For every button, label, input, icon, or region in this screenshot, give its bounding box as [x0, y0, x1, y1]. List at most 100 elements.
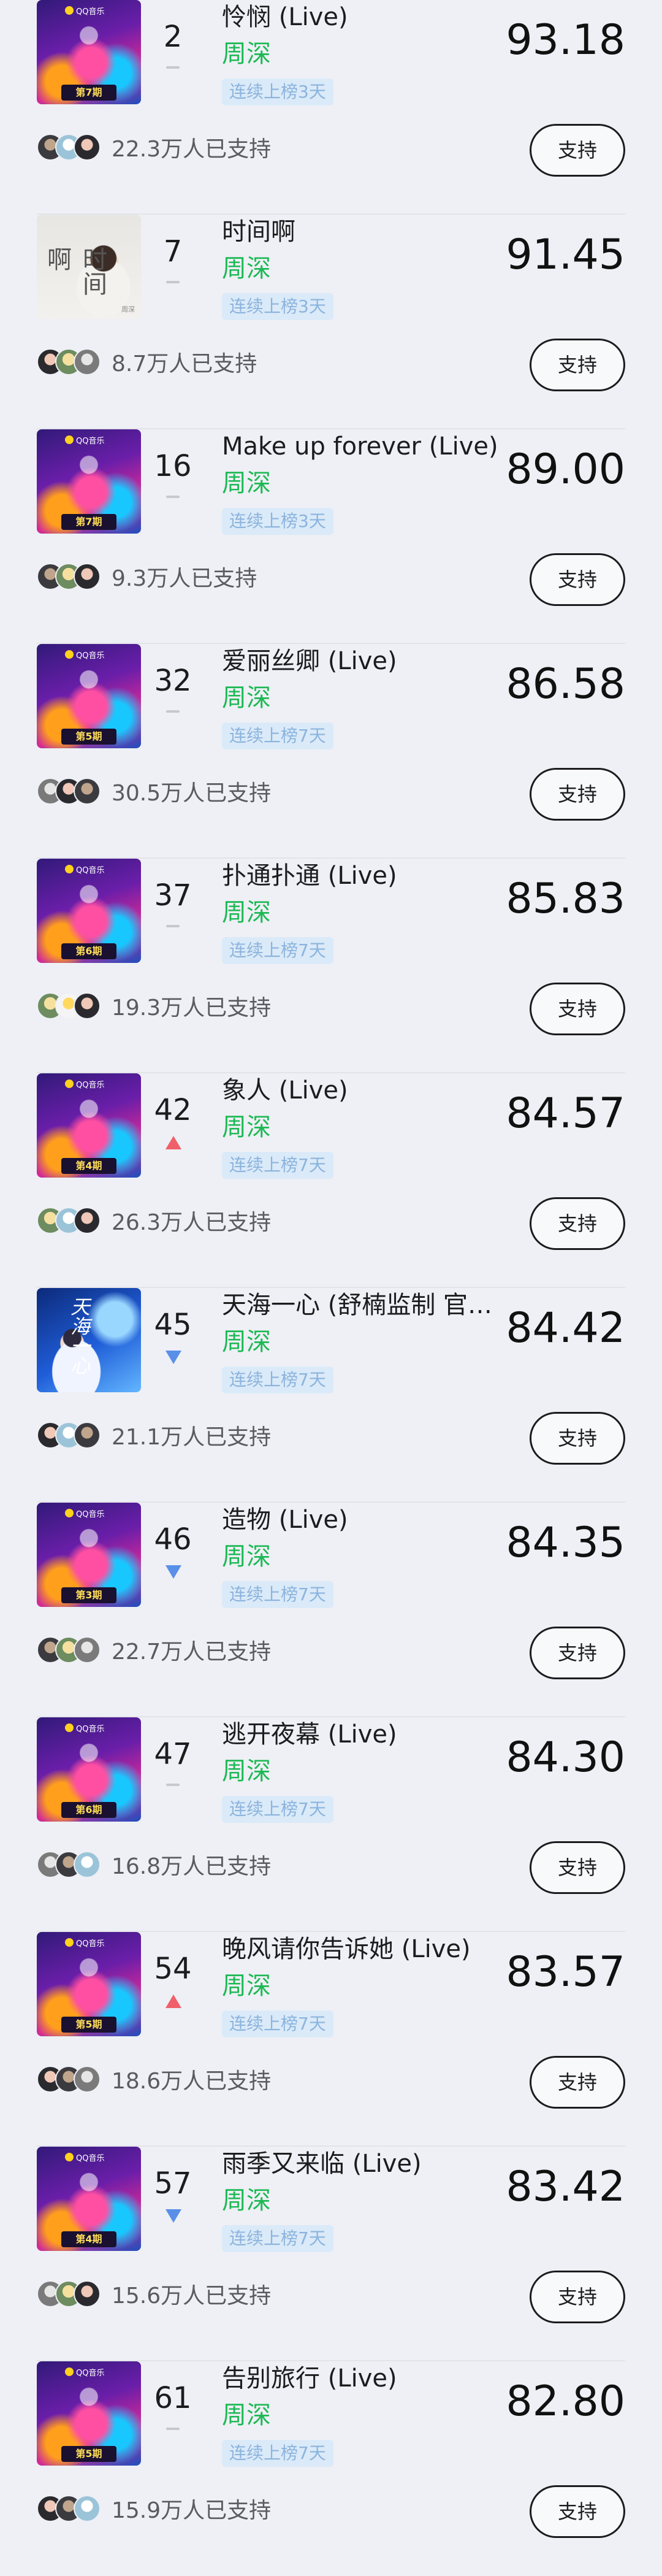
- list-item[interactable]: QQ音乐 第6期 37 扑通扑通 (Live) 周深 连续上榜7天 85.83 1…: [0, 859, 662, 1073]
- supporter-avatars: [37, 1207, 112, 1234]
- qq-music-icon: [65, 2367, 74, 2376]
- list-item[interactable]: QQ音乐 第5期 54 晚风请你告诉她 (Live) 周深 连续上榜7天 83.5…: [0, 1932, 662, 2147]
- supporters-count: 15.6万人已支持: [112, 2283, 272, 2309]
- song-title[interactable]: 晚风请你告诉她 (Live): [222, 1932, 510, 1966]
- list-item[interactable]: QQ音乐 第4期 57 雨季又来临 (Live) 周深 连续上榜7天 83.42 …: [0, 2147, 662, 2361]
- supporter-avatars: [37, 563, 112, 590]
- song-title[interactable]: 天海一心 (舒楠监制 官方正式版): [222, 1288, 510, 1322]
- qq-music-icon: [65, 435, 74, 444]
- supporter-avatars: [37, 1851, 112, 1878]
- rank-number: 32: [154, 664, 192, 698]
- album-cover[interactable]: QQ音乐 第5期: [37, 1932, 141, 2036]
- song-title[interactable]: 告别旅行 (Live): [222, 2361, 510, 2396]
- album-cover[interactable]: QQ音乐 第5期: [37, 644, 141, 748]
- ranking-list: QQ音乐 第7期 2 怜悯 (Live) 周深 连续上榜3天 93.18 22.3…: [0, 0, 662, 2574]
- streak-badge: 连续上榜7天: [222, 723, 333, 749]
- supporters-count: 26.3万人已支持: [112, 1210, 272, 1235]
- song-title[interactable]: 怜悯 (Live): [222, 0, 510, 34]
- score-value: 89.00: [506, 445, 625, 494]
- album-cover[interactable]: 时间啊 周深: [37, 215, 141, 319]
- support-button[interactable]: 支持: [530, 1412, 625, 1465]
- supporters-count: 8.7万人已支持: [112, 351, 257, 377]
- supporters-count: 16.8万人已支持: [112, 1854, 272, 1879]
- artist-name[interactable]: 周深: [222, 1110, 271, 1144]
- support-button[interactable]: 支持: [530, 983, 625, 1035]
- support-button[interactable]: 支持: [530, 339, 625, 391]
- album-cover[interactable]: QQ音乐第5期: [37, 2361, 141, 2466]
- album-cover[interactable]: QQ音乐 第7期: [37, 429, 141, 534]
- list-item[interactable]: 时间啊 周深 7 时间啊 周深 连续上榜3天 91.45 8.7万人已支持 支持: [0, 215, 662, 429]
- support-button[interactable]: 支持: [530, 124, 625, 177]
- rank-number: 57: [154, 2166, 192, 2201]
- song-title[interactable]: 爱丽丝卿 (Live): [222, 644, 510, 678]
- list-item[interactable]: QQ音乐 第6期 47 逃开夜幕 (Live) 周深 连续上榜7天 84.30 1…: [0, 1717, 662, 1932]
- song-title[interactable]: 造物 (Live): [222, 1503, 510, 1537]
- album-cover[interactable]: 天海一心: [37, 1288, 141, 1392]
- supporters-row: 15.6万人已支持: [37, 2275, 271, 2312]
- supporters-row: 26.3万人已支持: [37, 1202, 271, 1239]
- artist-name[interactable]: 周深: [222, 895, 271, 930]
- cover-logo-text: QQ音乐: [76, 651, 105, 661]
- supporters-count: 21.1万人已支持: [112, 1425, 272, 1450]
- trend-flat-icon: [166, 921, 180, 930]
- list-item[interactable]: QQ音乐 第7期 2 怜悯 (Live) 周深 连续上榜3天 93.18 22.3…: [0, 0, 662, 215]
- album-cover[interactable]: QQ音乐 第4期: [37, 1073, 141, 1178]
- song-title[interactable]: Make up forever (Live): [222, 429, 510, 464]
- artist-name[interactable]: 周深: [222, 1325, 271, 1359]
- support-button[interactable]: 支持: [530, 2271, 625, 2323]
- list-item[interactable]: QQ音乐 第4期 42 象人 (Live) 周深 连续上榜7天 84.57 26.…: [0, 1073, 662, 1288]
- artist-name[interactable]: 周深: [222, 1539, 271, 1574]
- cover-episode-banner: 第5期: [61, 2446, 116, 2462]
- artist-name[interactable]: 周深: [222, 251, 271, 286]
- qq-music-logo: QQ音乐: [65, 1506, 104, 1520]
- song-title[interactable]: 象人 (Live): [222, 1073, 510, 1108]
- list-item[interactable]: QQ音乐 第3期 46 造物 (Live) 周深 连续上榜7天 84.35 22.…: [0, 1503, 662, 1717]
- album-cover[interactable]: QQ音乐 第3期: [37, 1503, 141, 1607]
- artist-name[interactable]: 周深: [222, 681, 271, 715]
- cover-episode-banner: 第5期: [61, 2017, 116, 2033]
- list-item[interactable]: QQ音乐 第7期 16 Make up forever (Live) 周深 连续上…: [0, 429, 662, 644]
- support-button[interactable]: 支持: [530, 2056, 625, 2109]
- supporter-avatar: [74, 778, 101, 805]
- score-value: 84.57: [506, 1089, 625, 1138]
- list-item[interactable]: 天海一心 45 天海一心 (舒楠监制 官方正式版) 周深 连续上榜7天 84.4…: [0, 1288, 662, 1503]
- qq-music-logo: QQ音乐: [65, 2365, 104, 2379]
- streak-badge: 连续上榜7天: [222, 1152, 333, 1179]
- artist-name[interactable]: 周深: [222, 1969, 271, 2003]
- song-title[interactable]: 时间啊: [222, 215, 510, 249]
- artist-name[interactable]: 周深: [222, 2183, 271, 2218]
- support-button[interactable]: 支持: [530, 553, 625, 606]
- rank-number: 45: [154, 1308, 192, 1342]
- streak-badge: 连续上榜7天: [222, 2011, 333, 2037]
- album-cover[interactable]: QQ音乐 第7期: [37, 0, 141, 104]
- artist-name[interactable]: 周深: [222, 37, 271, 71]
- album-cover[interactable]: QQ音乐 第6期: [37, 1717, 141, 1822]
- artist-name[interactable]: 周深: [222, 1754, 271, 1788]
- supporters-row: 22.7万人已支持: [37, 1631, 271, 1668]
- artist-name[interactable]: 周深: [222, 2398, 271, 2432]
- song-title[interactable]: 逃开夜幕 (Live): [222, 1717, 510, 1752]
- qq-music-icon: [65, 6, 74, 15]
- qq-music-icon: [65, 1509, 74, 1517]
- list-item[interactable]: QQ音乐 第5期 61 告别旅行 (Live) 周深 连续上榜7天 82.80 1…: [0, 2361, 662, 2576]
- supporter-avatars: [37, 778, 112, 805]
- support-button[interactable]: 支持: [530, 2485, 625, 2538]
- support-button[interactable]: 支持: [530, 768, 625, 821]
- song-title[interactable]: 扑通扑通 (Live): [222, 859, 510, 893]
- support-button[interactable]: 支持: [530, 1841, 625, 1894]
- artist-name[interactable]: 周深: [222, 466, 271, 500]
- score-value: 82.80: [506, 2377, 625, 2426]
- supporters-row: 19.3万人已支持: [37, 987, 271, 1024]
- rank-number: 2: [163, 20, 183, 54]
- trend-up-icon: [166, 1995, 181, 2008]
- song-title[interactable]: 雨季又来临 (Live): [222, 2147, 510, 2181]
- supporter-avatar: [74, 2066, 101, 2093]
- album-cover[interactable]: QQ音乐 第6期: [37, 859, 141, 963]
- support-button[interactable]: 支持: [530, 1197, 625, 1250]
- support-button[interactable]: 支持: [530, 1627, 625, 1679]
- list-item[interactable]: QQ音乐 第5期 32 爱丽丝卿 (Live) 周深 连续上榜7天 86.58 3…: [0, 644, 662, 859]
- rank-number: 16: [154, 449, 192, 483]
- supporter-avatars: [37, 1422, 112, 1449]
- score-value: 91.45: [506, 231, 625, 279]
- album-cover[interactable]: QQ音乐 第4期: [37, 2147, 141, 2251]
